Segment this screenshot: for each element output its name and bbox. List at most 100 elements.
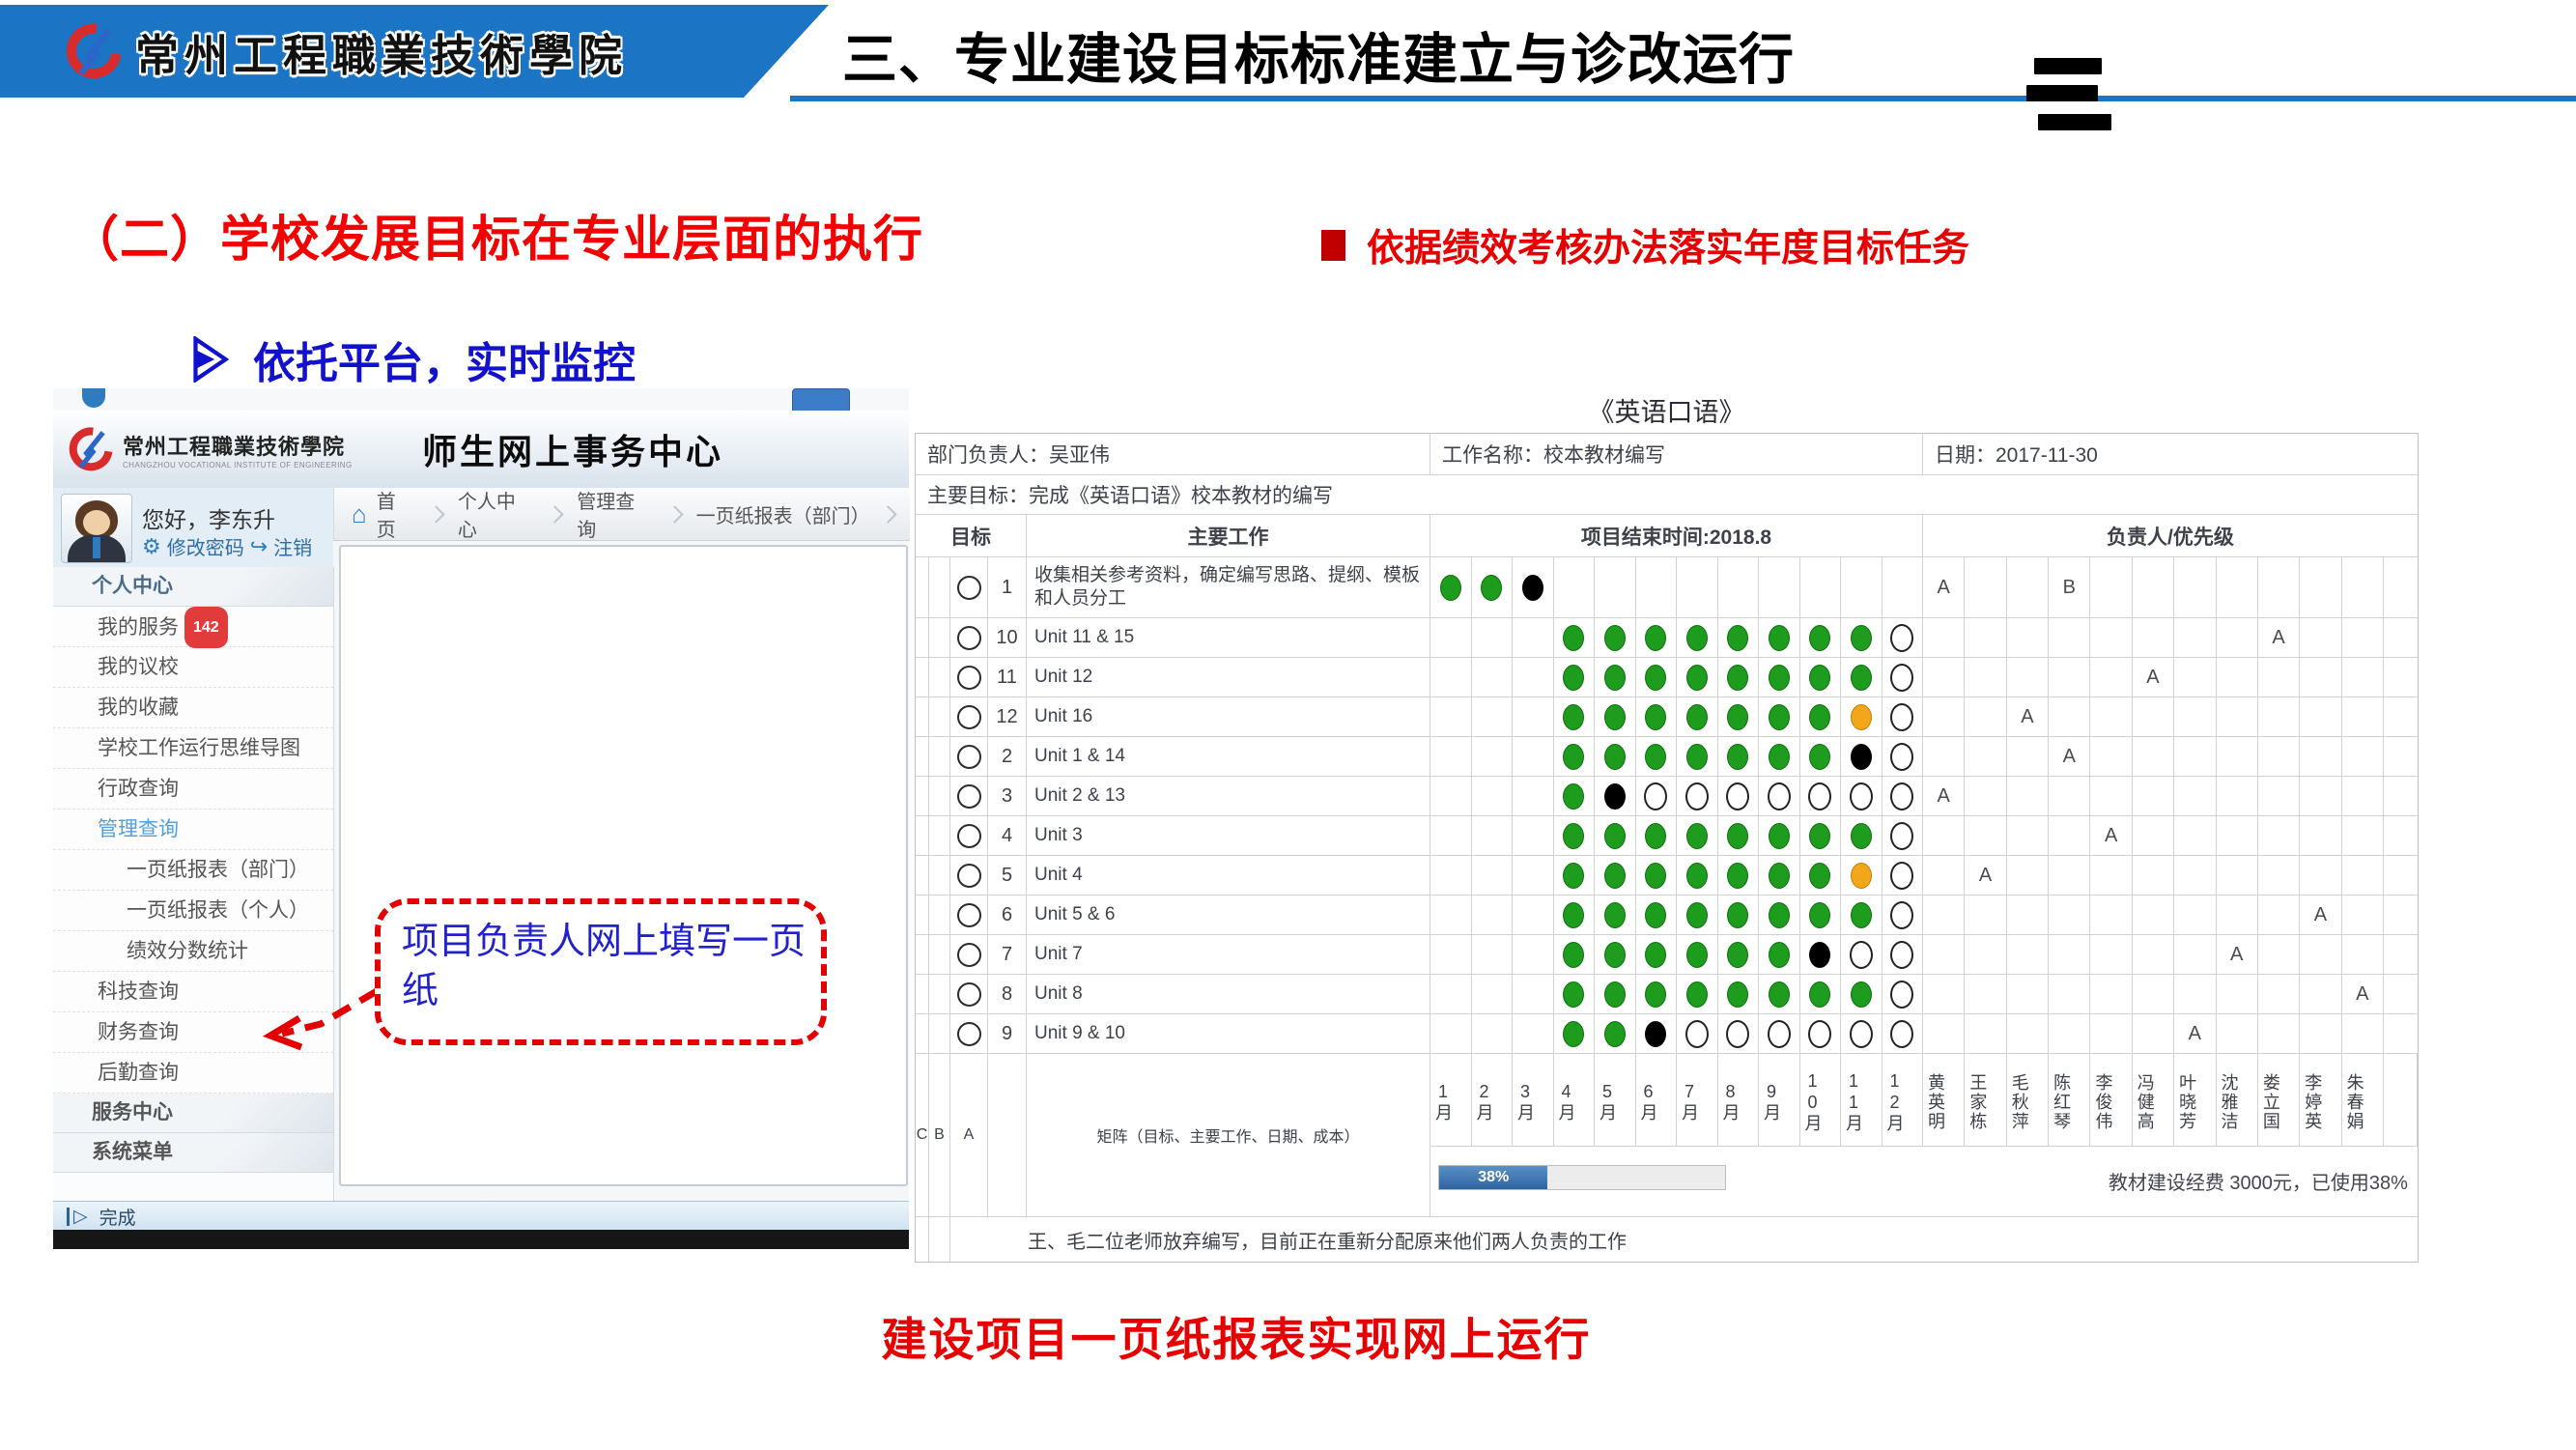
tail-cell <box>2384 697 2418 736</box>
sidebar-item-label: 我的议校 <box>98 656 179 678</box>
sidebar-section[interactable]: 个人中心 <box>53 567 333 607</box>
priority-b-cell <box>929 557 950 617</box>
month-cell <box>1718 618 1760 657</box>
status-ring-icon[interactable] <box>957 576 981 600</box>
sidebar-item-label: 学校工作运行思维导图 <box>98 737 300 759</box>
month-cell <box>1800 658 1842 697</box>
school-logo-icon <box>66 23 122 79</box>
status-ring-icon[interactable] <box>957 903 981 927</box>
chevron-right-icon <box>547 505 564 523</box>
owner-cell <box>1923 816 1965 855</box>
home-icon: ⌂ <box>352 499 367 529</box>
owner-cell <box>2174 856 2216 895</box>
owner-cell <box>1965 658 2006 697</box>
owner-cell: A <box>2217 935 2258 974</box>
breadcrumb-item[interactable]: 管理查询 <box>577 486 652 542</box>
sidebar-section[interactable]: 服务中心 <box>53 1094 333 1133</box>
sidebar-subitem[interactable]: 绩效分数统计 <box>53 931 333 972</box>
month-cell <box>1513 935 1554 974</box>
month-cell <box>1430 856 1472 895</box>
priority-c-cell <box>916 856 929 895</box>
month-cell <box>1677 557 1718 617</box>
owner-cell <box>2007 816 2049 855</box>
owner-cell <box>2258 935 2300 974</box>
month-label: 8月 <box>1718 1054 1760 1147</box>
status-ring-icon[interactable] <box>957 1022 981 1046</box>
priority-c-cell <box>916 935 929 974</box>
month-cell <box>1554 896 1596 934</box>
status-ring-icon[interactable] <box>957 626 981 650</box>
dot-open-icon <box>1768 1020 1791 1048</box>
owner-cell <box>2217 658 2258 697</box>
sidebar-item[interactable]: 行政查询 <box>53 769 333 810</box>
dot-green-icon <box>1563 942 1584 968</box>
month-cell <box>1759 618 1800 657</box>
owner-col-header: 负责人/优先级 <box>1923 515 2418 556</box>
status-ring-icon[interactable] <box>957 705 981 729</box>
sidebar-item[interactable]: 管理查询 <box>53 810 333 850</box>
month-cell <box>1636 557 1678 617</box>
owner-cell <box>2090 737 2132 776</box>
dot-green-icon <box>1481 575 1502 601</box>
app-header: 常州工程職業技術學院 CHANGZHOU VOCATIONAL INSTITUT… <box>53 411 909 489</box>
breadcrumb-item[interactable]: 个人中心 <box>458 486 533 542</box>
breadcrumb-item[interactable]: 首页 <box>377 486 414 542</box>
owner-cell <box>1965 1014 2006 1053</box>
sidebar-section[interactable]: 系统菜单 <box>53 1133 333 1173</box>
sidebar-subitem[interactable]: 一页纸报表（个人） <box>53 891 333 931</box>
dot-green-icon <box>1769 942 1790 968</box>
tail-cell <box>2384 935 2418 974</box>
priority-b-cell <box>929 856 950 895</box>
owner-cell <box>2049 856 2090 895</box>
dot-green-icon <box>1686 704 1708 730</box>
month-cell <box>1595 737 1636 776</box>
month-cell <box>1430 697 1472 736</box>
month-cell <box>1882 737 1924 776</box>
logout-link[interactable]: 注销 <box>273 532 312 560</box>
status-ring-icon[interactable] <box>957 864 981 888</box>
sidebar-subitem[interactable]: 一页纸报表（部门） <box>53 850 333 891</box>
month-cell <box>1430 816 1472 855</box>
month-cell <box>1677 658 1718 697</box>
status-ring-icon[interactable] <box>957 745 981 769</box>
status-ring-icon[interactable] <box>957 982 981 1007</box>
status-icon: ▷ <box>67 1208 88 1226</box>
priority-c-cell <box>916 697 929 736</box>
dot-green-icon <box>1727 902 1748 928</box>
priority-a-cell <box>950 737 988 776</box>
month-label: 11月 <box>1841 1054 1882 1147</box>
footer-b-cell <box>929 1217 950 1262</box>
change-password-link[interactable]: 修改密码 <box>167 532 244 560</box>
person-name-label: 黄英明 <box>1923 1054 1965 1147</box>
month-cell <box>1595 618 1636 657</box>
breadcrumb-item[interactable]: 一页纸报表（部门） <box>696 500 866 528</box>
sidebar-item[interactable]: 学校工作运行思维导图 <box>53 728 333 769</box>
task-number-cell: 11 <box>988 658 1027 697</box>
owner-cell <box>2342 1014 2384 1053</box>
priority-c-cell <box>916 658 929 697</box>
sidebar-item[interactable]: 我的议校 <box>53 647 333 688</box>
month-cell <box>1472 816 1514 855</box>
tail-cell <box>2384 816 2418 855</box>
sidebar-item[interactable]: 我的服务142 <box>53 607 333 647</box>
status-ring-icon[interactable] <box>957 824 981 848</box>
dot-green-icon <box>1604 744 1626 770</box>
dot-green-icon <box>1686 942 1708 968</box>
month-cell <box>1595 816 1636 855</box>
month-cell <box>1472 557 1514 617</box>
task-name-cell: 收集相关参考资料，确定编写思路、提纲、模板和人员分工 <box>1027 557 1430 617</box>
dot-green-icon <box>1809 863 1830 889</box>
owner-cell <box>2258 1014 2300 1053</box>
status-ring-icon[interactable] <box>957 943 981 967</box>
dot-green-icon <box>1645 942 1666 968</box>
sidebar-item[interactable]: 我的收藏 <box>53 688 333 728</box>
chevron-right-icon <box>427 505 444 523</box>
owner-cell <box>2174 896 2216 934</box>
status-ring-icon[interactable] <box>957 666 981 690</box>
owner-cell: A <box>2300 896 2341 934</box>
month-cell <box>1513 618 1554 657</box>
status-bar: ▷ 完成 <box>53 1201 909 1231</box>
app-logo-subtitle: CHANGZHOU VOCATIONAL INSTITUTE OF ENGINE… <box>123 461 345 469</box>
status-ring-icon[interactable] <box>957 784 981 809</box>
month-cell <box>1841 816 1882 855</box>
